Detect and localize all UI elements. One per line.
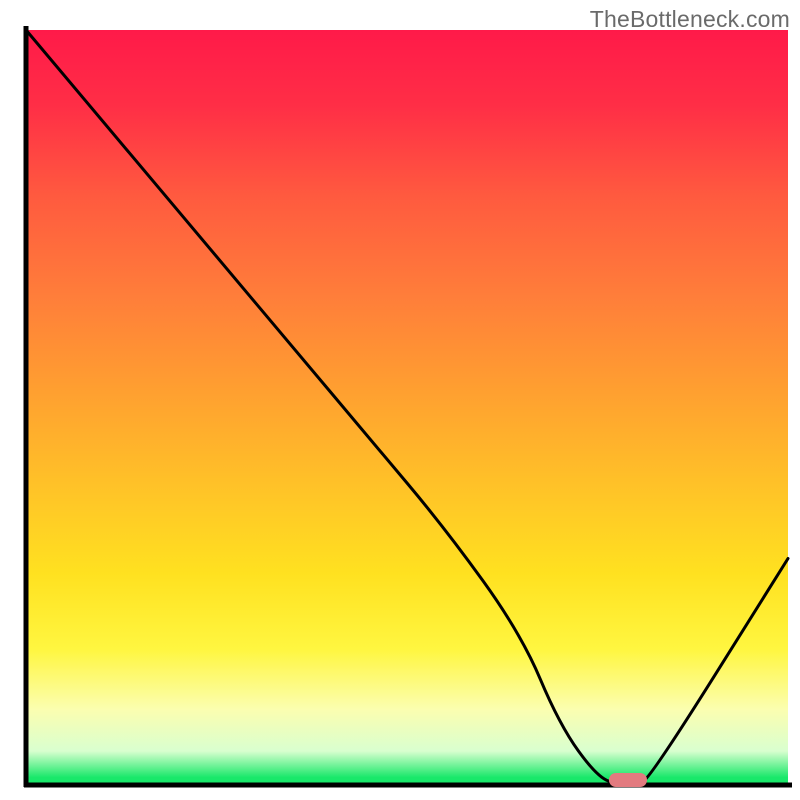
watermark-text: TheBottleneck.com — [590, 6, 790, 33]
plot-background — [26, 30, 788, 785]
chart-svg — [0, 0, 800, 800]
optimal-zone-marker — [609, 773, 647, 787]
chart-frame: TheBottleneck.com — [0, 0, 800, 800]
